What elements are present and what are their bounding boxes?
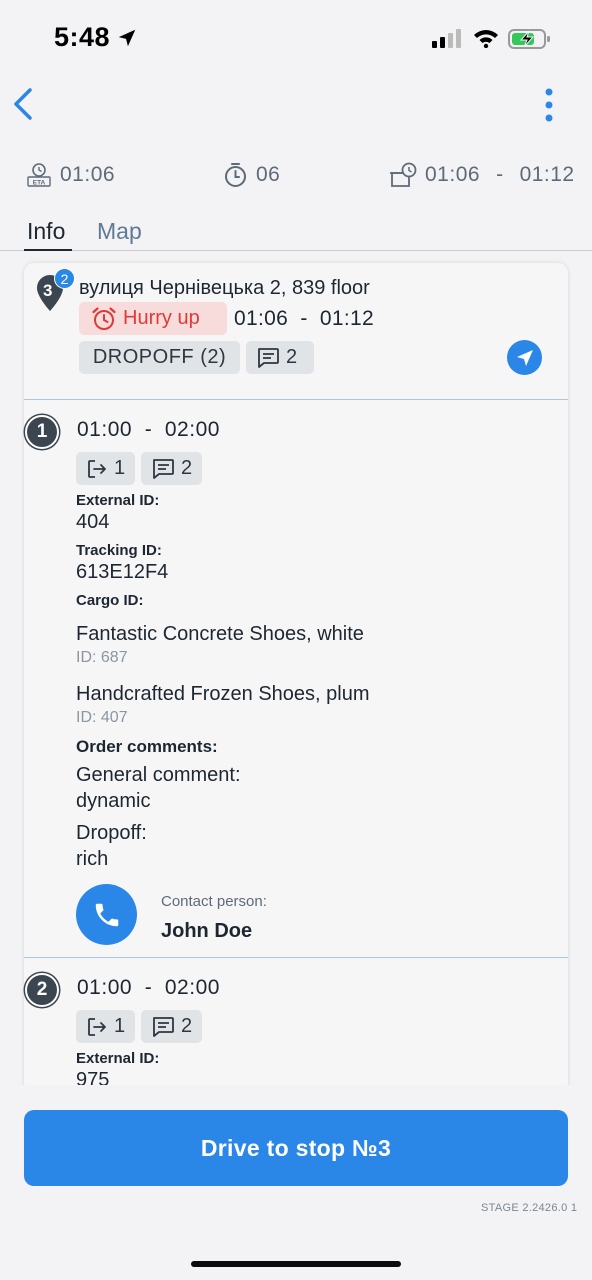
exit-icon <box>88 1017 106 1036</box>
battery-charging-icon <box>508 29 550 49</box>
tabs-divider <box>0 250 592 251</box>
order-comments-chip[interactable]: 2 <box>141 452 203 485</box>
cargo-item-name: Handcrafted Frozen Shoes, plum <box>76 683 370 705</box>
stop-comments-count: 2 <box>286 346 298 368</box>
stop-card <box>24 263 568 1093</box>
stop-time-window: 01:06 - 01:12 <box>234 307 374 330</box>
order-comments-label: Order comments: <box>76 737 218 756</box>
order-exits-count: 1 <box>114 1015 126 1037</box>
comment-icon <box>153 1016 174 1037</box>
cargo-item-id: ID: 687 <box>76 649 128 666</box>
contact-person-label: Contact person: <box>161 893 267 910</box>
stop-comments-chip[interactable]: 2 <box>246 341 314 374</box>
general-comment-label: General comment: <box>76 764 241 786</box>
more-menu-icon[interactable] <box>542 88 556 122</box>
window-end: 01:12 <box>519 163 575 186</box>
wifi-icon <box>474 30 498 48</box>
build-version: STAGE 2.2426.0 1 <box>481 1202 578 1214</box>
cellular-signal-icon <box>432 29 461 48</box>
back-chevron-icon[interactable] <box>10 86 38 122</box>
external-id-value: 404 <box>76 511 110 533</box>
tracking-id-label: Tracking ID: <box>76 542 162 559</box>
order-comments-chip[interactable]: 2 <box>141 1010 203 1043</box>
stopwatch-icon <box>225 163 246 187</box>
navigate-button[interactable] <box>507 340 542 375</box>
call-button[interactable] <box>76 884 137 945</box>
duration-value: 06 <box>256 163 281 186</box>
external-id-label: External ID: <box>76 1050 160 1067</box>
alarm-clock-icon <box>92 306 116 330</box>
stop-orders-badge: 2 <box>54 268 75 289</box>
order-comments-count: 2 <box>181 457 193 479</box>
location-arrow-icon <box>118 29 136 47</box>
order-exits-chip: 1 <box>76 452 136 485</box>
dropoff-comment-label: Dropoff: <box>76 822 147 844</box>
tab-active-indicator <box>24 249 72 251</box>
eta-value: 01:06 <box>60 163 116 186</box>
general-comment-value: dynamic <box>76 790 151 812</box>
window-separator: - <box>496 163 504 186</box>
order-comments-count: 2 <box>181 1015 193 1037</box>
dropoff-chip: DROPOFF (2) <box>79 341 240 374</box>
order-number-badge: 1 <box>25 415 59 449</box>
navigation-arrow-icon <box>516 349 533 366</box>
tab-info[interactable]: Info <box>27 218 65 245</box>
order-exits-count: 1 <box>114 457 126 479</box>
order-number-badge: 2 <box>25 973 59 1007</box>
home-indicator[interactable] <box>191 1261 401 1267</box>
duration-summary: 06 <box>223 162 280 188</box>
contact-person-name: John Doe <box>161 920 253 942</box>
hurry-up-badge: Hurry up <box>79 302 227 335</box>
external-id-label: External ID: <box>76 492 160 509</box>
order-time-window: 01:00 - 02:00 <box>77 976 220 999</box>
section-divider <box>24 399 568 400</box>
box-clock-icon <box>390 162 417 187</box>
order-exits-chip: 1 <box>76 1010 136 1043</box>
cargo-item-name: Fantastic Concrete Shoes, white <box>76 623 364 645</box>
hurry-up-label: Hurry up <box>123 307 200 329</box>
drive-to-stop-button[interactable]: Drive to stop №3 <box>24 1110 568 1186</box>
tracking-id-value: 613E12F4 <box>76 561 169 583</box>
cargo-item-id: ID: 407 <box>76 709 128 726</box>
comment-icon <box>258 347 279 368</box>
eta-summary: ETA 01:06 <box>26 162 115 188</box>
exit-icon <box>88 459 106 478</box>
stop-number: 3 <box>43 281 53 300</box>
window-summary: 01:06 - 01:12 <box>389 162 575 188</box>
stop-address: вулиця Чернівецька 2, 839 floor <box>79 277 370 299</box>
svg-text:ETA: ETA <box>33 180 46 187</box>
order-time-window: 01:00 - 02:00 <box>77 418 220 441</box>
eta-clock-icon: ETA <box>27 163 51 187</box>
tab-map[interactable]: Map <box>97 218 142 245</box>
window-start: 01:06 <box>425 163 481 186</box>
comment-icon <box>153 458 174 479</box>
cargo-id-label: Cargo ID: <box>76 592 144 609</box>
section-divider <box>24 957 568 958</box>
phone-icon <box>95 903 118 926</box>
status-time: 5:48 <box>54 22 111 52</box>
dropoff-comment-value: rich <box>76 848 109 870</box>
